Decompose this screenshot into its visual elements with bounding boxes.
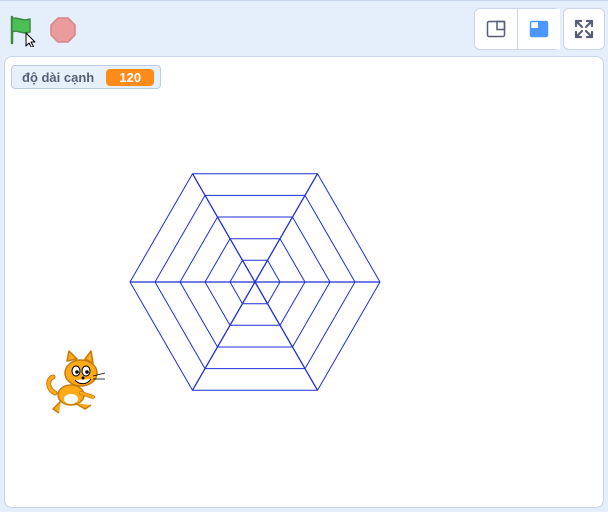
web-spoke bbox=[254, 173, 319, 283]
web-spoke bbox=[191, 173, 256, 283]
stage-canvas[interactable]: độ dài cạnh 120 bbox=[4, 56, 604, 508]
stage-size-toggle bbox=[474, 8, 560, 50]
web-spoke bbox=[254, 281, 319, 391]
pen-drawing bbox=[129, 173, 381, 391]
fullscreen-button[interactable] bbox=[564, 9, 604, 49]
normal-stage-button[interactable] bbox=[518, 9, 560, 49]
normal-stage-icon bbox=[529, 20, 549, 38]
cat-sprite[interactable] bbox=[45, 349, 111, 417]
fullscreen-icon bbox=[574, 19, 594, 39]
web-spoke bbox=[191, 281, 256, 391]
fullscreen-group bbox=[563, 8, 605, 50]
small-stage-button[interactable] bbox=[475, 9, 517, 49]
stop-sign-icon[interactable] bbox=[49, 16, 77, 44]
small-stage-icon bbox=[486, 20, 506, 38]
stage-header bbox=[0, 0, 608, 56]
green-flag-icon[interactable] bbox=[8, 15, 38, 48]
